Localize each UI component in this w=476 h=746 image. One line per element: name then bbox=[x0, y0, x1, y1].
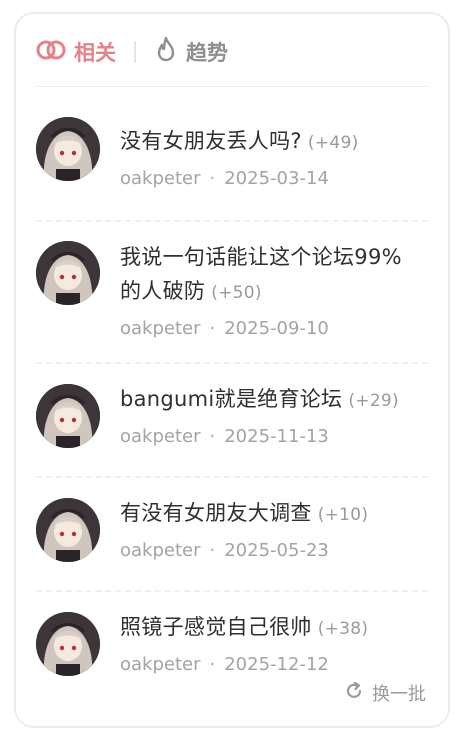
post-date: 2025-09-10 bbox=[224, 318, 329, 339]
post-title[interactable]: 没有女朋友丢人吗? (+49) bbox=[120, 124, 428, 160]
tab-related-label: 相关 bbox=[74, 41, 116, 65]
post-meta: oakpeter · 2025-11-13 bbox=[120, 426, 428, 447]
avatar[interactable] bbox=[36, 241, 100, 305]
list-item[interactable]: 有没有女朋友大调查 (+10) oakpeter · 2025-05-23 bbox=[36, 476, 428, 590]
post-date: 2025-12-12 bbox=[224, 654, 329, 675]
post-author[interactable]: oakpeter bbox=[120, 540, 201, 561]
post-title[interactable]: 有没有女朋友大调查 (+10) bbox=[120, 496, 428, 532]
rings-icon bbox=[36, 39, 66, 66]
reply-count: (+10) bbox=[317, 505, 369, 525]
related-posts-card: 相关 趋势 没有女朋友丢人吗? (+49) oakpeter · 2025-03… bbox=[14, 12, 450, 728]
tab-trending[interactable]: 趋势 bbox=[154, 36, 228, 69]
tab-related[interactable]: 相关 bbox=[36, 37, 116, 67]
refresh-label: 换一批 bbox=[372, 684, 426, 705]
tab-divider bbox=[134, 41, 136, 63]
post-title[interactable]: 我说一句话能让这个论坛99%的人破防 (+50) bbox=[120, 240, 406, 310]
post-author[interactable]: oakpeter bbox=[120, 654, 201, 675]
post-date: 2025-03-14 bbox=[224, 168, 329, 189]
tabs-divider bbox=[36, 86, 428, 87]
flame-icon bbox=[154, 36, 178, 69]
avatar[interactable] bbox=[36, 117, 100, 181]
avatar[interactable] bbox=[36, 612, 100, 676]
avatar[interactable] bbox=[36, 498, 100, 562]
reply-count: (+50) bbox=[211, 283, 262, 303]
refresh-icon bbox=[344, 681, 364, 706]
reply-count: (+49) bbox=[307, 133, 359, 153]
post-meta: oakpeter · 2025-05-23 bbox=[120, 540, 428, 561]
post-meta: oakpeter · 2025-03-14 bbox=[120, 168, 428, 189]
meta-separator: · bbox=[209, 654, 216, 675]
post-meta: oakpeter · 2025-12-12 bbox=[120, 654, 428, 675]
post-date: 2025-11-13 bbox=[224, 426, 329, 447]
post-author[interactable]: oakpeter bbox=[120, 426, 201, 447]
post-author[interactable]: oakpeter bbox=[120, 318, 201, 339]
post-author[interactable]: oakpeter bbox=[120, 168, 201, 189]
post-list: 没有女朋友丢人吗? (+49) oakpeter · 2025-03-14 我说… bbox=[36, 100, 428, 692]
post-title[interactable]: 照镜子感觉自己很帅 (+38) bbox=[120, 610, 428, 646]
post-meta: oakpeter · 2025-09-10 bbox=[120, 318, 406, 339]
list-item[interactable]: 照镜子感觉自己很帅 (+38) oakpeter · 2025-12-12 bbox=[36, 590, 428, 692]
meta-separator: · bbox=[209, 426, 216, 447]
reply-count: (+29) bbox=[348, 391, 399, 411]
tab-bar: 相关 趋势 bbox=[36, 34, 432, 70]
avatar[interactable] bbox=[36, 384, 100, 448]
list-item[interactable]: 没有女朋友丢人吗? (+49) oakpeter · 2025-03-14 bbox=[36, 100, 428, 220]
list-item[interactable]: bangumi就是绝育论坛 (+29) oakpeter · 2025-11-13 bbox=[36, 362, 428, 476]
tab-trending-label: 趋势 bbox=[186, 41, 228, 65]
meta-separator: · bbox=[209, 318, 216, 339]
meta-separator: · bbox=[209, 540, 216, 561]
post-date: 2025-05-23 bbox=[224, 540, 329, 561]
reply-count: (+38) bbox=[317, 619, 369, 639]
meta-separator: · bbox=[209, 168, 216, 189]
list-item[interactable]: 我说一句话能让这个论坛99%的人破防 (+50) oakpeter · 2025-… bbox=[36, 220, 428, 362]
refresh-button[interactable]: 换一批 bbox=[344, 680, 426, 706]
post-title[interactable]: bangumi就是绝育论坛 (+29) bbox=[120, 382, 428, 418]
